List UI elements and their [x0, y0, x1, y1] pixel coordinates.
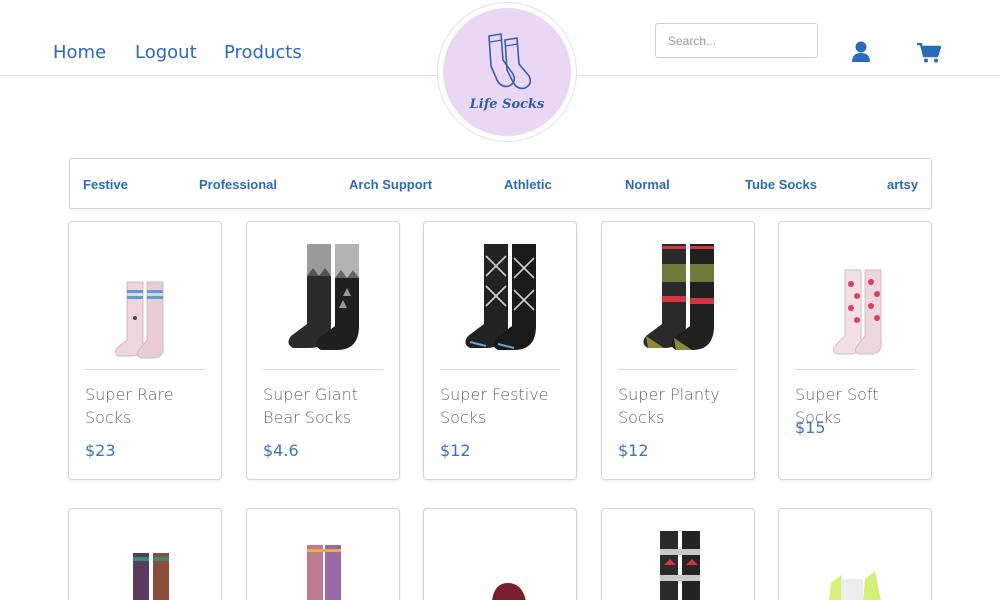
product-image [288, 244, 359, 350]
product-card[interactable] [778, 508, 932, 600]
product-image [133, 553, 169, 600]
product-image [829, 571, 881, 600]
product-image-area [440, 236, 560, 370]
product-name: Super Rare Socks [85, 385, 174, 427]
product-card[interactable] [601, 508, 755, 600]
product-image-area [85, 236, 205, 370]
cart-icon[interactable] [917, 42, 942, 68]
product-image-area [263, 236, 383, 370]
product-image [465, 244, 536, 350]
product-name: Super Festive Socks [440, 385, 549, 427]
nav-logout-link[interactable]: Logout [135, 42, 197, 63]
product-image [832, 269, 882, 355]
category-normal[interactable]: Normal [625, 177, 670, 192]
product-price: $12 [440, 441, 471, 460]
category-arch-support[interactable]: Arch Support [349, 177, 432, 192]
category-tube-socks[interactable]: Tube Socks [745, 177, 817, 192]
category-athletic[interactable]: Athletic [504, 177, 552, 192]
category-festive[interactable]: Festive [83, 177, 128, 192]
product-name: Super Planty Socks [618, 385, 720, 427]
product-price: $15 [795, 418, 826, 437]
product-price: $4.6 [263, 441, 299, 460]
product-card[interactable] [68, 508, 222, 600]
category-artsy[interactable]: artsy [887, 177, 918, 192]
product-card[interactable] [246, 508, 400, 600]
category-bar: Festive Professional Arch Support Athlet… [69, 158, 932, 209]
socks-logo-icon [488, 33, 532, 90]
product-price: $12 [618, 441, 649, 460]
product-image [643, 244, 714, 350]
product-image [660, 531, 700, 600]
product-name: Super Giant Bear Socks [263, 385, 359, 427]
product-card[interactable]: Super Festive Socks $12 [423, 221, 577, 480]
product-card[interactable]: Super Planty Socks $12 [601, 221, 755, 480]
product-card[interactable] [423, 508, 577, 600]
user-icon[interactable] [851, 41, 871, 68]
logo-text: Life Socks [469, 97, 545, 112]
product-card[interactable]: Super Giant Bear Socks $4.6 [246, 221, 400, 480]
product-image-area [618, 236, 738, 370]
product-card[interactable]: Super Rare Socks $23 [68, 221, 222, 480]
logo-badge[interactable]: Life Socks [437, 2, 577, 142]
category-professional[interactable]: Professional [199, 177, 277, 192]
product-image [307, 545, 341, 600]
product-image [492, 583, 526, 600]
product-card[interactable]: Super Soft Socks $15 [778, 221, 932, 480]
search-input[interactable] [655, 23, 818, 58]
nav-home-link[interactable]: Home [53, 42, 106, 63]
product-price: $23 [85, 441, 116, 460]
nav-products-link[interactable]: Products [224, 42, 302, 63]
product-image [114, 281, 164, 359]
product-image-area [795, 236, 915, 370]
logo-circle: Life Socks [443, 8, 571, 136]
